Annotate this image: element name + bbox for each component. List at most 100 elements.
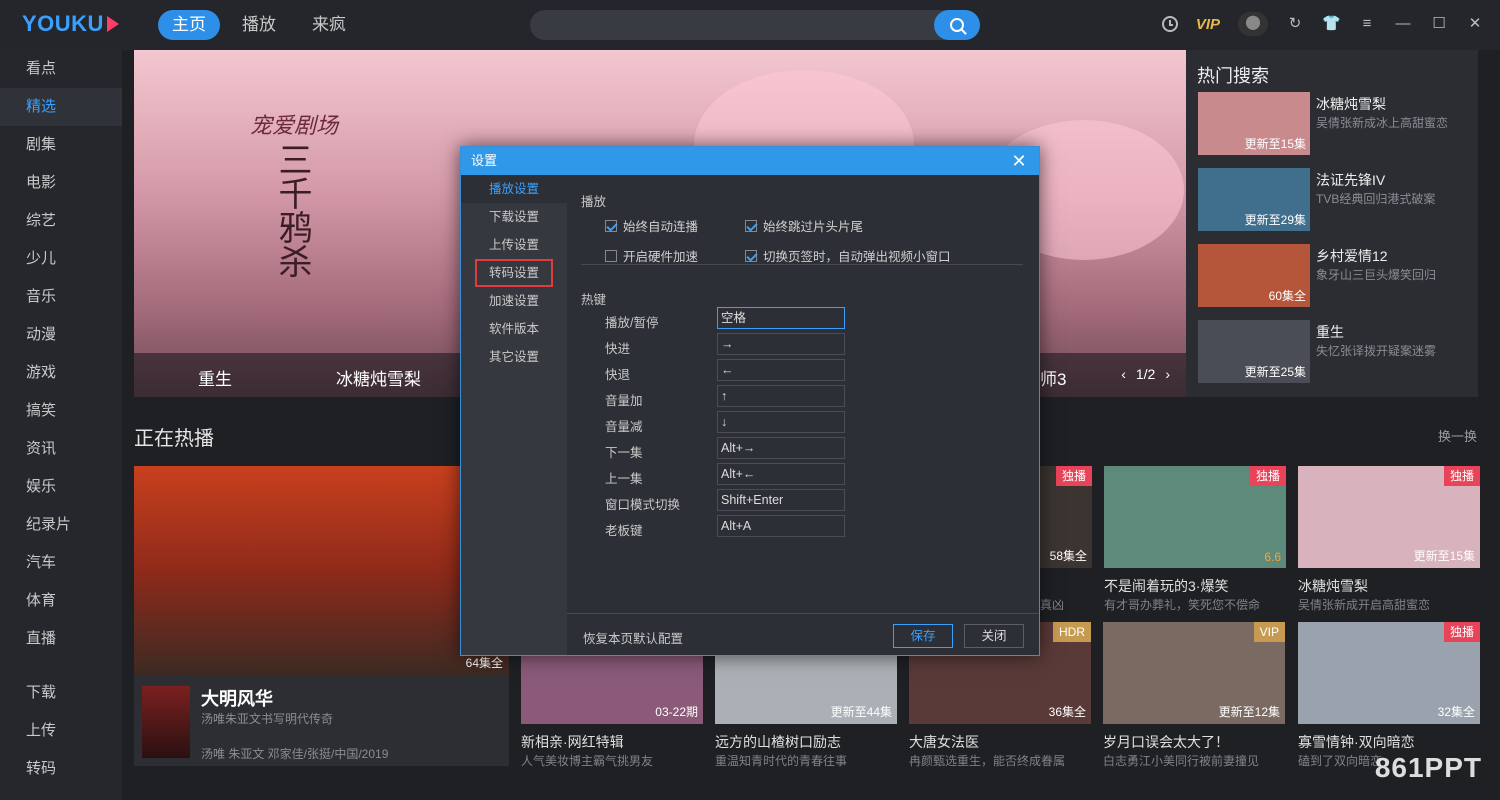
refresh-link[interactable]: 换一换 (1438, 426, 1477, 445)
hardware-accel-checkbox[interactable]: 开启硬件加速 (605, 246, 698, 265)
video-card[interactable]: 独播 6.6 不是闹着玩的3·爆笑 有才哥办葬礼，笑死您不偿命 (1104, 466, 1286, 612)
hotkey-field-volume-down[interactable]: ↓ (717, 411, 845, 433)
mini-window-checkbox[interactable]: 切换页签时，自动弹出视频小窗口 (745, 246, 951, 265)
sidebar-item[interactable]: 音乐 (0, 278, 122, 316)
card-subtitle: 冉颜甄选重生，能否终成眷属 (909, 754, 1066, 768)
sidebar-item[interactable]: 少儿 (0, 240, 122, 278)
sidebar-item-upload[interactable]: 上传 (0, 712, 122, 750)
dialog-close-icon[interactable]: ✕ (1009, 151, 1029, 171)
video-card[interactable]: 独播 32集全 寡雪情钟·双向暗恋 磕到了双向暗恋 (1298, 622, 1480, 768)
autoplay-checkbox[interactable]: 始终自动连播 (605, 216, 698, 235)
tab-home[interactable]: 主页 (158, 10, 220, 40)
hot-search-item[interactable]: 更新至29集 法证先锋IV TVB经典回归港式破案 (1198, 168, 1474, 232)
hot-search-item[interactable]: 更新至25集 重生 失忆张译拨开疑案迷雾 (1198, 320, 1474, 384)
vip-button[interactable]: VIP (1196, 16, 1220, 33)
hotkey-field-next[interactable]: Alt+→ (717, 437, 845, 459)
settings-nav-other[interactable]: 其它设置 (461, 343, 567, 371)
settings-nav-accelerate[interactable]: 加速设置 (461, 287, 567, 315)
skin-shirt-icon[interactable]: 👕 (1322, 15, 1341, 33)
close-button[interactable]: 关闭 (964, 624, 1024, 648)
sidebar-item[interactable]: 娱乐 (0, 468, 122, 506)
sidebar-item[interactable]: 看点 (0, 50, 122, 88)
banner-slide-title[interactable]: 师3 (1040, 365, 1066, 390)
hotkey-field-previous[interactable]: Alt+← (717, 463, 845, 485)
feature-card[interactable]: 64集全 大明风华 汤唯朱亚文书写明代传奇 汤唯 朱亚文 邓家佳/张挺/中国/2… (134, 466, 509, 766)
sidebar-item[interactable]: 纪录片 (0, 506, 122, 544)
sidebar-item-selected[interactable]: 精选 (0, 88, 122, 126)
sidebar-item[interactable]: 电影 (0, 164, 122, 202)
settings-nav-version[interactable]: 软件版本 (461, 315, 567, 343)
hotkey-label: 快退 (605, 368, 631, 382)
sidebar-item[interactable]: 直播 (0, 620, 122, 658)
minimize-icon[interactable]: — (1394, 15, 1412, 33)
video-card[interactable]: VIP 更新至12集 岁月口误会太大了！ 白志勇江小美同行被前妻撞见 (1103, 622, 1285, 768)
settings-nav-play[interactable]: 播放设置 (461, 175, 567, 203)
save-button[interactable]: 保存 (893, 624, 953, 648)
section-divider (581, 264, 1023, 265)
hot-search-item[interactable]: 更新至15集 冰糖炖雪梨 吴倩张新成冰上高甜蜜恋 (1198, 92, 1474, 156)
checkbox-label: 始终跳过片头片尾 (763, 220, 864, 234)
dialog-title-bar[interactable]: 设置 (461, 147, 1039, 175)
sidebar-item[interactable]: 汽车 (0, 544, 122, 582)
sidebar-item-download[interactable]: 下载 (0, 674, 122, 712)
sidebar-item[interactable]: 动漫 (0, 316, 122, 354)
watermark-logo: 861PPT (1374, 752, 1482, 783)
hotkey-field-play-pause[interactable]: 空格 (717, 307, 845, 329)
banner-slide-title[interactable]: 冰糖炖雪梨 (336, 365, 421, 390)
hotkey-field-forward[interactable]: → (717, 333, 845, 355)
restore-defaults-link[interactable]: 恢复本页默认配置 (583, 628, 683, 647)
refresh-icon[interactable]: ↻ (1286, 15, 1304, 33)
chevron-left-icon[interactable]: ‹ (1121, 366, 1126, 382)
card-title: 冰糖炖雪梨 (1298, 578, 1368, 594)
chevron-right-icon[interactable]: › (1165, 366, 1170, 382)
sidebar-item[interactable]: 综艺 (0, 202, 122, 240)
skip-intro-checkbox[interactable]: 始终跳过片头片尾 (745, 216, 863, 235)
banner-big-title: 三千鸦杀 (272, 142, 312, 278)
checkbox-label: 切换页签时，自动弹出视频小窗口 (763, 250, 951, 264)
hotkey-label: 上一集 (605, 472, 643, 486)
hotkey-label: 下一集 (605, 446, 643, 460)
settings-nav-upload[interactable]: 上传设置 (461, 231, 567, 259)
card-subtitle: 重温知青时代的青春往事 (715, 754, 848, 768)
hot-search-thumbnail: 更新至15集 (1198, 92, 1310, 155)
sidebar-item[interactable]: 游戏 (0, 354, 122, 392)
sidebar-item[interactable]: 剧集 (0, 126, 122, 164)
feature-title: 大明风华 (201, 689, 273, 709)
sidebar-item[interactable]: 资讯 (0, 430, 122, 468)
thumbnail-caption: 32集全 (1437, 705, 1475, 719)
settings-nav-transcode[interactable]: 转码设置 (475, 259, 553, 287)
hotkey-field-boss-key[interactable]: Alt+A (717, 515, 845, 537)
sidebar: 看点 精选 剧集 电影 综艺 少儿 音乐 动漫 游戏 搞笑 资讯 娱乐 纪录片 … (0, 50, 122, 800)
hotkey-label: 快进 (605, 342, 631, 356)
card-subtitle: 磕到了双向暗恋 (1298, 754, 1383, 768)
tab-laifeng[interactable]: 来疯 (298, 10, 360, 40)
settings-nav-download[interactable]: 下载设置 (461, 203, 567, 231)
hot-search-item-sub: TVB经典回归港式破案 (1316, 192, 1436, 206)
vip-badge: VIP (1253, 622, 1285, 642)
tab-play[interactable]: 播放 (228, 10, 290, 40)
hot-search-item[interactable]: 60集全 乡村爱情12 象牙山三巨头爆笑回归 (1198, 244, 1474, 308)
maximize-icon[interactable]: ☐ (1430, 15, 1448, 33)
banner-slide-title[interactable]: 重生 (198, 365, 232, 390)
hotkey-field-window-mode[interactable]: Shift+Enter (717, 489, 845, 511)
hot-search-title: 热门搜索 (1197, 66, 1269, 86)
hotkey-field-volume-up[interactable]: ↑ (717, 385, 845, 407)
card-title: 大唐女法医 (909, 734, 979, 750)
hot-search-thumbnail: 更新至25集 (1198, 320, 1310, 383)
close-icon[interactable]: ✕ (1466, 15, 1484, 33)
youku-logo[interactable]: YOUKU (22, 11, 119, 37)
thumbnail-caption: 58集全 (1049, 549, 1087, 563)
history-clock-icon[interactable] (1161, 16, 1178, 32)
sidebar-item[interactable]: 体育 (0, 582, 122, 620)
menu-icon[interactable]: ≡ (1358, 15, 1376, 33)
video-card[interactable]: 独播 更新至15集 冰糖炖雪梨 吴倩张新成开启高甜蜜恋 (1298, 466, 1480, 612)
avatar[interactable] (1238, 12, 1268, 36)
hotkey-field-rewind[interactable]: ← (717, 359, 845, 381)
sidebar-item[interactable]: 搞笑 (0, 392, 122, 430)
hot-search-item-title: 法证先锋IV (1316, 172, 1386, 188)
sidebar-item-transcode[interactable]: 转码 (0, 750, 122, 788)
search-button[interactable] (934, 10, 980, 40)
card-subtitle: 有才哥办葬礼，笑死您不偿命 (1104, 598, 1261, 612)
banner-calligraphy: 宠爱剧场 (250, 113, 339, 138)
search-input[interactable] (530, 10, 980, 40)
